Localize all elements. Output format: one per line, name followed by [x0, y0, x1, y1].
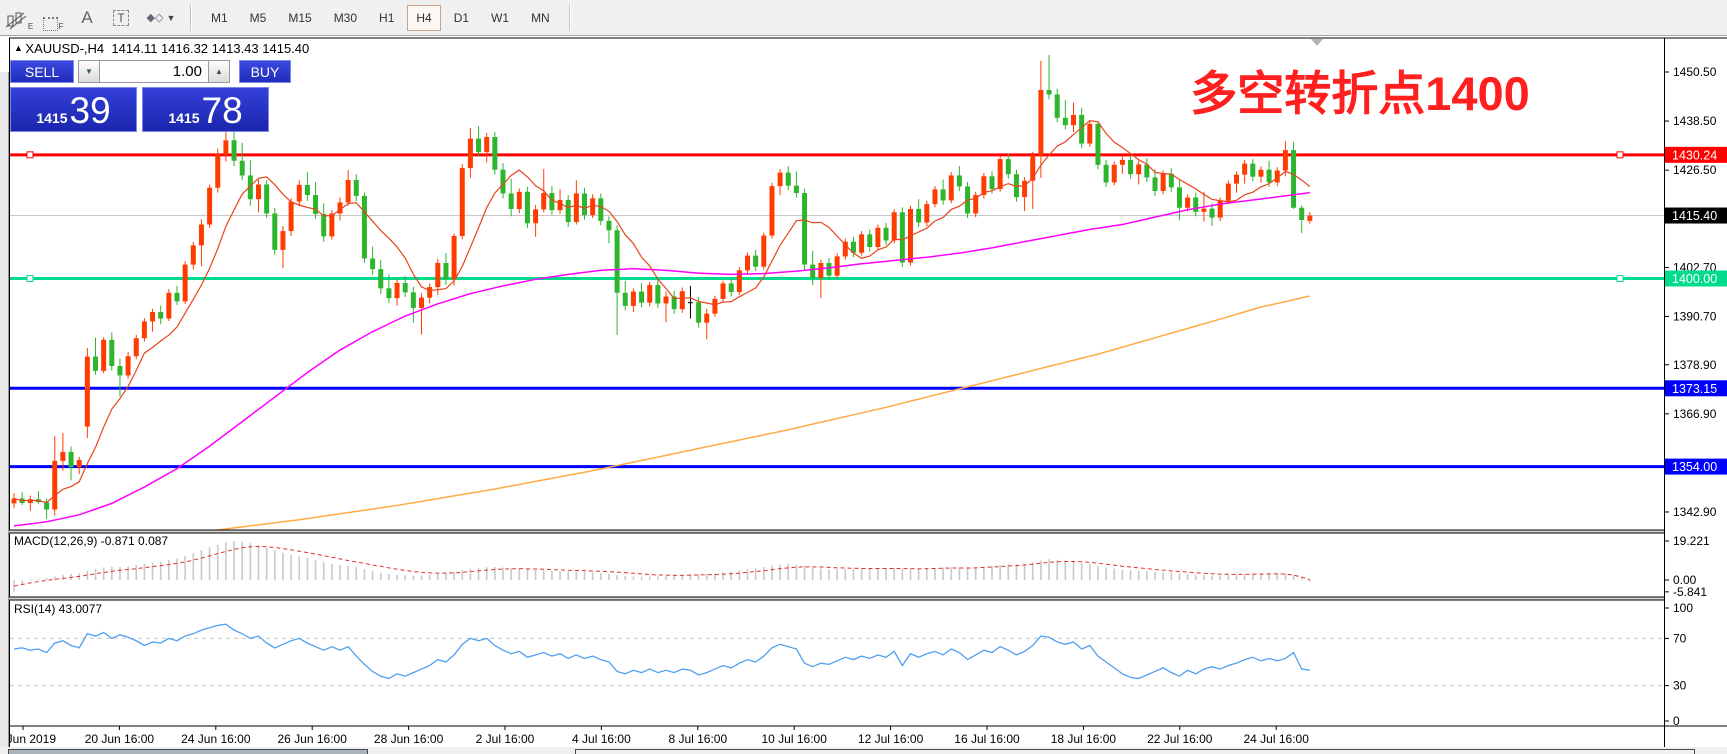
- bottom-docked-strip: [0, 747, 1727, 754]
- tab-M5[interactable]: M5: [241, 5, 276, 31]
- sell-price-big: 39: [70, 93, 111, 129]
- date-axis-label: 24 Jun 16:00: [181, 732, 251, 746]
- tab-M15[interactable]: M15: [279, 5, 320, 31]
- price-axis-label: 1438.50: [1673, 114, 1717, 128]
- mt4-window: E F A T ◆◇ ▼ M1 M5 M15 M30 H1 H4 D1 W1 M…: [0, 0, 1727, 754]
- text-box-icon[interactable]: T: [106, 5, 136, 31]
- svg-text:1430.24: 1430.24: [1672, 148, 1717, 162]
- date-axis-label: 8 Jul 16:00: [668, 732, 727, 746]
- line-handle[interactable]: [1617, 275, 1623, 281]
- toolbar: E F A T ◆◇ ▼ M1 M5 M15 M30 H1 H4 D1 W1 M…: [0, 0, 1727, 36]
- svg-text:1373.15: 1373.15: [1672, 382, 1717, 396]
- chart-area[interactable]: 多空转折点1400 MACD(12,26,9) -0.871 0.087 RSI(1…: [0, 36, 1727, 754]
- text-label-icon[interactable]: A: [72, 5, 102, 31]
- tab-H1[interactable]: H1: [370, 5, 403, 31]
- line-handle[interactable]: [1617, 152, 1623, 158]
- buy-button[interactable]: BUY: [239, 60, 291, 83]
- date-axis-label: 24 Jul 16:00: [1244, 732, 1310, 746]
- tab-H4[interactable]: H4: [407, 5, 440, 31]
- rsi-label: RSI(14) 43.0077: [14, 602, 102, 616]
- price-axis-label: 1342.90: [1673, 505, 1717, 519]
- chevron-up-icon: ▲: [215, 67, 223, 76]
- tab-D1[interactable]: D1: [445, 5, 478, 31]
- date-axis-label: 10 Jul 16:00: [762, 732, 828, 746]
- ohlc-readout: 1414.11 1416.32 1413.43 1415.40: [111, 41, 309, 56]
- date-axis-label: 18 Jul 16:00: [1051, 732, 1117, 746]
- date-axis-label: 2 Jul 16:00: [476, 732, 535, 746]
- macd-axis-label: 19.221: [1673, 534, 1710, 548]
- sell-button[interactable]: SELL: [10, 60, 74, 83]
- line-handle[interactable]: [27, 275, 33, 281]
- rsi-axis-label: 30: [1673, 679, 1687, 693]
- one-click-trading-panel: SELL ▼ 1.00 ▲ BUY 1415 39 1415 78: [10, 60, 291, 132]
- chevron-down-icon: ▼: [85, 67, 93, 76]
- chart-title: ▲ XAUUSD-,H4 1414.11 1416.32 1413.43 141…: [14, 41, 309, 56]
- volume-increase-button[interactable]: ▲: [208, 60, 230, 83]
- date-axis-label: 28 Jun 16:00: [374, 732, 444, 746]
- toolbar-separator: [190, 5, 192, 31]
- symbol-triangle-icon: ▲: [14, 43, 25, 53]
- buy-price-big: 78: [202, 93, 243, 129]
- annotation-text: 多空转折点1400: [1190, 67, 1530, 120]
- chevron-down-icon: ▼: [167, 13, 176, 23]
- volume-decrease-button[interactable]: ▼: [78, 60, 100, 83]
- rsi-axis-label: 100: [1673, 601, 1693, 615]
- svg-text:1400.00: 1400.00: [1672, 272, 1717, 286]
- tab-M30[interactable]: M30: [325, 5, 366, 31]
- buy-price-box[interactable]: 1415 78: [142, 87, 269, 132]
- volume-input[interactable]: 1.00: [100, 60, 208, 83]
- price-axis-label: 1390.70: [1673, 310, 1717, 324]
- icon-sub-label: E: [28, 22, 33, 31]
- tab-M1[interactable]: M1: [202, 5, 237, 31]
- rsi-axis-label: 0: [1673, 714, 1680, 728]
- candlestick-glyph: [5, 11, 27, 31]
- date-axis-label: 26 Jun 16:00: [277, 732, 347, 746]
- tab-W1[interactable]: W1: [482, 5, 518, 31]
- date-axis-label: 12 Jul 16:00: [858, 732, 924, 746]
- date-axis-label: 16 Jul 16:00: [954, 732, 1020, 746]
- chart-style-icon[interactable]: E: [4, 5, 34, 31]
- objects-icon[interactable]: ◆◇ ▼: [140, 5, 182, 31]
- grid-icon[interactable]: F: [38, 5, 68, 31]
- sell-price-small: 1415: [36, 110, 67, 126]
- svg-text:1415.40: 1415.40: [1672, 209, 1717, 223]
- macd-label: MACD(12,26,9) -0.871 0.087: [14, 534, 168, 548]
- icon-sub-label: F: [59, 22, 64, 31]
- date-axis-label: 4 Jul 16:00: [572, 732, 631, 746]
- price-axis-label: 1450.50: [1673, 65, 1717, 79]
- date-axis-label: 22 Jul 16:00: [1147, 732, 1213, 746]
- rsi-axis-label: 70: [1673, 631, 1687, 645]
- symbol-label: XAUUSD-,H4: [25, 41, 104, 56]
- toolbar-separator: [569, 5, 571, 31]
- price-axis-label: 1378.90: [1673, 358, 1717, 372]
- sell-price-box[interactable]: 1415 39: [10, 87, 137, 132]
- price-axis-label: 1426.50: [1673, 163, 1717, 177]
- price-axis-label: 1366.90: [1673, 407, 1717, 421]
- price-chart-canvas[interactable]: 多空转折点1400 MACD(12,26,9) -0.871 0.087 RSI(1…: [0, 36, 1727, 754]
- svg-text:1354.00: 1354.00: [1672, 460, 1717, 474]
- buy-price-small: 1415: [168, 110, 199, 126]
- macd-axis-label: -5.841: [1673, 585, 1707, 599]
- docked-tab[interactable]: [8, 749, 368, 754]
- window-left-edge: [0, 72, 9, 754]
- docked-tab[interactable]: [575, 749, 1695, 754]
- date-axis-label: 20 Jun 16:00: [85, 732, 155, 746]
- tab-MN[interactable]: MN: [522, 5, 559, 31]
- line-handle[interactable]: [27, 152, 33, 158]
